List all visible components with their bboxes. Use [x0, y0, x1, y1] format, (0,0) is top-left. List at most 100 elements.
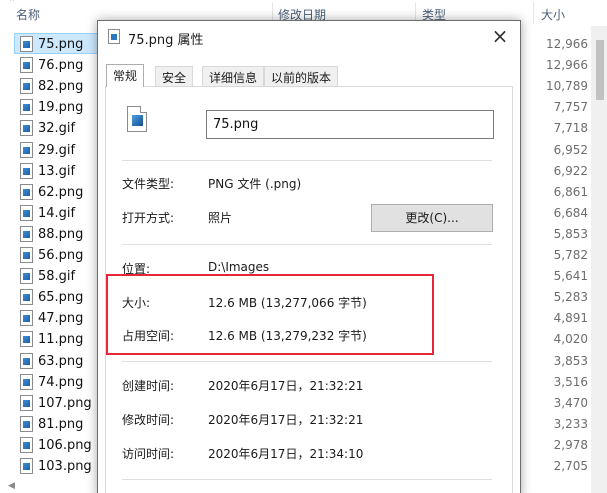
image-file-icon — [20, 415, 33, 432]
created-value: 2020年6月17日，21:32:21 — [208, 379, 364, 393]
file-size: 3,516 — [553, 374, 588, 389]
file-name: 103.png — [38, 459, 92, 474]
open-with-label: 打开方式: — [122, 211, 175, 225]
file-size: 5,782 — [553, 248, 588, 262]
file-row-name-cell[interactable]: 62.png — [14, 181, 98, 202]
file-row-name-cell[interactable]: 106.png — [14, 434, 98, 455]
file-row-name-cell[interactable]: 32.gif — [14, 117, 98, 138]
file-size: 5,641 — [553, 269, 588, 284]
image-file-icon — [20, 141, 33, 158]
file-name: 74.png — [38, 374, 84, 390]
image-file-icon — [20, 373, 33, 390]
file-row-name-cell[interactable]: 56.png — [14, 244, 98, 265]
image-file-icon — [20, 204, 33, 221]
file-name: 47.png — [38, 311, 84, 327]
file-name: 13.gif — [38, 163, 76, 179]
screen: ⌃ 名称 修改日期 类型 大小 75.png 12,966 76.png 12,966… — [0, 0, 607, 493]
image-file-icon — [127, 106, 147, 132]
file-row-name-cell[interactable]: 75.png — [14, 33, 98, 54]
file-row-name-cell[interactable]: 14.gif — [14, 202, 98, 223]
file-size: 3,470 — [553, 395, 588, 410]
column-name[interactable]: 名称 — [16, 6, 40, 23]
scrollbar-thumb[interactable] — [596, 40, 604, 100]
file-name: 106.png — [38, 437, 92, 453]
file-size: 3,233 — [553, 416, 588, 431]
image-file-icon — [20, 458, 33, 474]
divider — [122, 479, 492, 480]
file-size: 6,952 — [553, 142, 588, 157]
close-button[interactable]: × — [486, 25, 514, 49]
modified-label: 修改时间: — [122, 413, 175, 427]
file-row-name-cell[interactable]: 107.png — [14, 392, 98, 413]
file-name: 63.png — [38, 353, 84, 369]
column-divider[interactable] — [533, 2, 534, 24]
image-file-icon — [20, 120, 33, 137]
dialog-titlebar[interactable]: 75.png 属性 × — [98, 21, 520, 53]
image-file-icon — [20, 289, 33, 306]
divider — [122, 160, 492, 161]
tab-details[interactable]: 详细信息 — [202, 66, 265, 86]
modified-value: 2020年6月17日，21:32:21 — [208, 413, 364, 427]
image-file-icon — [20, 331, 33, 348]
file-name: 107.png — [38, 395, 92, 411]
tab-general[interactable]: 常规 — [106, 64, 145, 87]
file-row-name-cell[interactable]: 47.png — [14, 307, 98, 328]
file-size: 10,789 — [546, 79, 588, 94]
file-name-input[interactable] — [206, 110, 494, 139]
file-name: 75.png — [38, 37, 84, 52]
file-row-name-cell[interactable]: 63.png — [14, 350, 98, 371]
file-row-name-cell[interactable]: 65.png — [14, 286, 98, 307]
file-size: 7,718 — [553, 121, 588, 136]
file-name: 62.png — [38, 184, 84, 200]
image-file-icon — [20, 394, 33, 411]
file-row-name-cell[interactable]: 88.png — [14, 223, 98, 244]
file-size: 5,853 — [553, 226, 588, 241]
file-row-name-cell[interactable]: 13.gif — [14, 160, 98, 181]
file-type-label: 文件类型: — [122, 177, 175, 191]
file-row-name-cell[interactable]: 74.png — [14, 371, 98, 392]
scroll-left-icon[interactable]: ◀ — [8, 481, 15, 491]
accessed-value: 2020年6月17日，21:34:10 — [208, 447, 364, 461]
properties-dialog: 75.png 属性 × 常规 安全 详细信息 以前的版本 文件类型: PNG 文… — [97, 20, 521, 493]
file-name: 19.png — [38, 100, 84, 116]
file-row-name-cell[interactable]: 82.png — [14, 75, 98, 96]
image-file-icon — [20, 162, 33, 179]
file-name: 29.gif — [38, 142, 76, 158]
file-row-name-cell[interactable]: 11.png — [14, 328, 98, 349]
file-name: 76.png — [38, 58, 84, 74]
image-file-icon — [20, 247, 33, 263]
file-size: 2,978 — [553, 437, 588, 452]
divider — [122, 244, 492, 245]
file-row-name-cell[interactable]: 76.png — [14, 54, 98, 75]
tab-security[interactable]: 安全 — [155, 66, 194, 86]
file-name: 32.gif — [38, 121, 76, 137]
file-name: 14.gif — [38, 205, 76, 221]
file-row-name-cell[interactable]: 81.png — [14, 413, 98, 434]
file-size: 2,705 — [553, 459, 588, 473]
image-file-icon — [20, 57, 33, 74]
file-size: 5,283 — [553, 290, 588, 305]
change-button[interactable]: 更改(C)... — [371, 204, 493, 232]
image-file-icon — [108, 29, 120, 44]
file-row-name-cell[interactable]: 103.png — [14, 455, 98, 476]
image-file-icon — [20, 310, 33, 327]
file-size: 3,853 — [553, 353, 588, 368]
file-size: 7,757 — [553, 100, 588, 115]
file-name: 56.png — [38, 248, 84, 263]
file-row-name-cell[interactable]: 19.png — [14, 96, 98, 117]
file-size: 4,020 — [553, 332, 588, 347]
file-row-name-cell[interactable]: 29.gif — [14, 139, 98, 160]
file-type-value: PNG 文件 (.png) — [208, 177, 302, 191]
tab-previous-versions[interactable]: 以前的版本 — [264, 66, 339, 86]
divider — [122, 361, 492, 362]
location-value: D:\Images — [208, 260, 270, 274]
column-size[interactable]: 大小 — [541, 6, 565, 23]
image-file-icon — [20, 36, 33, 52]
image-file-icon — [20, 268, 33, 285]
dialog-title: 75.png 属性 — [128, 33, 204, 48]
file-size: 6,684 — [553, 205, 588, 220]
highlight-box — [106, 274, 434, 355]
file-name: 82.png — [38, 79, 84, 95]
file-row-name-cell[interactable]: 58.gif — [14, 265, 98, 286]
image-file-icon — [20, 352, 33, 369]
